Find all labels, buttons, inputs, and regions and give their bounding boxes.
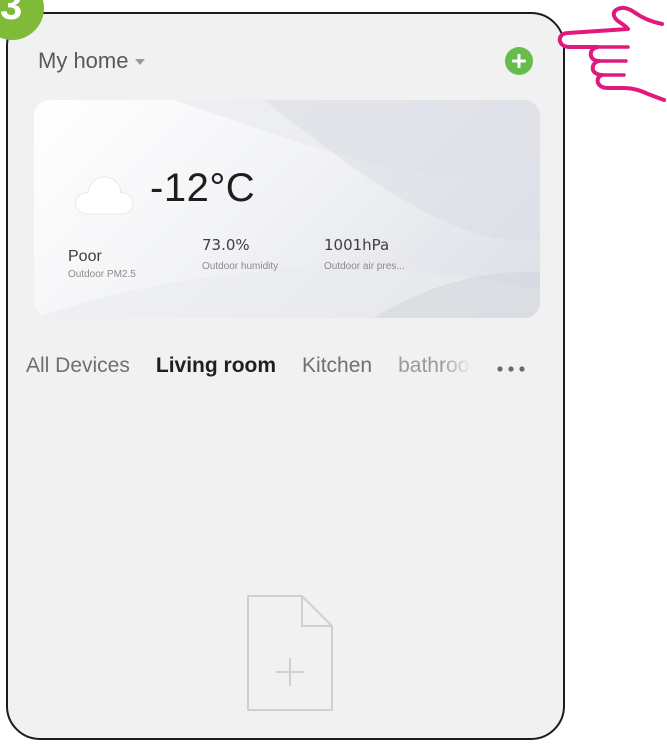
more-dots-icon[interactable] bbox=[494, 365, 528, 373]
metric-value: Poor bbox=[68, 248, 102, 265]
tab-kitchen[interactable]: Kitchen bbox=[302, 354, 372, 378]
home-name: My home bbox=[38, 48, 129, 73]
metric-value: 1001hPa bbox=[324, 236, 390, 254]
metric-value: 73.0% bbox=[202, 236, 250, 254]
tab-bathroom[interactable]: bathroom bbox=[398, 354, 472, 378]
metric-label: Outdoor humidity bbox=[202, 261, 279, 272]
caret-down-icon bbox=[135, 59, 146, 65]
metric-pm25: Poor Outdoor PM2.5 bbox=[68, 248, 136, 280]
add-device-file-icon[interactable] bbox=[240, 592, 336, 716]
tab-living-room[interactable]: Living room bbox=[156, 354, 276, 378]
home-selector[interactable]: My home bbox=[38, 48, 146, 74]
metric-humidity: 73.0% Outdoor humidity bbox=[202, 236, 278, 272]
pointing-hand-icon bbox=[557, 5, 666, 102]
phone-frame: My home -12°C Poor Outdoor PM2.5 73.0% O… bbox=[6, 12, 565, 740]
weather-card[interactable]: -12°C Poor Outdoor PM2.5 73.0% Outdoor h… bbox=[34, 100, 540, 318]
plus-circle-icon bbox=[512, 54, 526, 68]
tab-all-devices[interactable]: All Devices bbox=[26, 354, 130, 378]
step-number: 3 bbox=[0, 0, 23, 28]
metric-label: Outdoor PM2.5 bbox=[68, 269, 136, 280]
temperature-value: -12°C bbox=[150, 166, 256, 210]
add-device-button[interactable] bbox=[505, 47, 533, 75]
metric-label: Outdoor air pres... bbox=[324, 261, 405, 272]
metric-air-pressure: 1001hPa Outdoor air pres... bbox=[324, 236, 405, 272]
cloud-icon bbox=[75, 176, 134, 215]
room-tabs: All Devices Living room Kitchen bathroom bbox=[26, 354, 563, 384]
